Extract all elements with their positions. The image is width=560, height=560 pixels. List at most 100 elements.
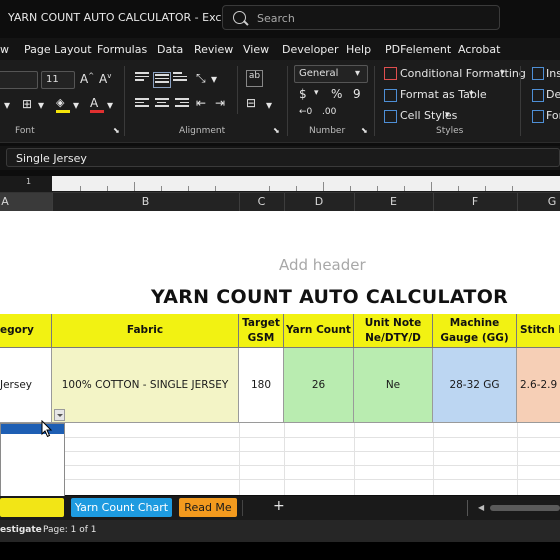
add-header-placeholder[interactable]: Add header	[279, 256, 366, 274]
comma-style-icon[interactable]: 9	[353, 87, 361, 101]
column-header-c[interactable]: C	[239, 195, 284, 208]
header-cell-machine-gauge[interactable]: Machine Gauge (GG)	[433, 314, 517, 348]
header-cell-target-gsm[interactable]: Target GSM	[239, 314, 284, 348]
data-cell-unit-note[interactable]: Ne	[354, 348, 433, 423]
dropdown-selected-option[interactable]	[1, 424, 64, 434]
dialog-launcher-icon[interactable]: ⬊	[113, 126, 120, 135]
align-bottom-icon[interactable]	[173, 72, 187, 84]
data-cell-category[interactable]: Jersey	[0, 348, 52, 423]
conditional-formatting-icon	[384, 67, 397, 80]
menu-item-view[interactable]: View	[243, 43, 269, 56]
column-header-a[interactable]: A	[0, 195, 10, 208]
scroll-left-icon[interactable]: ◀	[478, 503, 484, 512]
dropdown-arrow-button[interactable]	[54, 409, 65, 421]
delete-button[interactable]: Del	[546, 88, 560, 101]
add-sheet-icon[interactable]: +	[273, 498, 285, 514]
orientation-icon[interactable]: ⤡	[196, 71, 206, 86]
number-format-field[interactable]: General ▾	[294, 65, 368, 83]
dialog-launcher-icon[interactable]: ⬊	[273, 126, 280, 135]
ruler-tick	[296, 186, 297, 191]
worksheet[interactable]: Add header YARN COUNT AUTO CALCULATOR eg…	[0, 211, 560, 498]
align-middle-icon[interactable]	[153, 72, 171, 88]
insert-button[interactable]: Ins	[546, 67, 560, 80]
font-size-field[interactable]: 11	[41, 71, 75, 89]
data-cell-fabric[interactable]: 100% COTTON - SINGLE JERSEY	[52, 348, 239, 423]
cell-styles-icon	[384, 110, 397, 123]
percent-icon[interactable]: %	[331, 87, 342, 101]
menu-item-developer[interactable]: Developer	[282, 43, 339, 56]
header-cell-unit-note[interactable]: Unit Note Ne/DTY/D	[354, 314, 433, 348]
conditional-formatting-button[interactable]: Conditional Formatting	[400, 67, 526, 80]
grid-line	[239, 423, 240, 495]
data-cell-machine-gauge[interactable]: 28-32 GG	[433, 348, 517, 423]
dialog-launcher-icon[interactable]: ⬊	[361, 126, 368, 135]
header-cell-fabric[interactable]: Fabric	[52, 314, 239, 348]
column-header-d[interactable]: D	[284, 195, 354, 208]
chevron-down-icon[interactable]: ▾	[266, 98, 272, 112]
format-as-table-icon	[384, 89, 397, 102]
merge-center-icon[interactable]: ⊟	[246, 96, 256, 110]
ruler-tick	[404, 186, 405, 191]
search-box[interactable]: Search	[222, 5, 500, 30]
header-label: Stitch Le	[520, 324, 560, 337]
decrease-decimal-icon[interactable]: .00	[322, 107, 336, 117]
menu-item-page-layout[interactable]: Page Layout	[24, 43, 92, 56]
tab-label: Read Me	[184, 501, 232, 514]
sheet-tab-read-me[interactable]: Read Me	[179, 498, 237, 517]
chevron-down-icon[interactable]: ▾	[73, 98, 79, 112]
menu-item-view-partial[interactable]: w	[0, 43, 9, 56]
fill-color-icon[interactable]: ◈	[56, 96, 70, 114]
formula-input[interactable]: Single Jersey	[6, 148, 560, 167]
chevron-down-icon[interactable]: ▾	[38, 98, 44, 112]
ruler-tick	[134, 182, 135, 191]
group-label-styles: Styles	[436, 126, 464, 136]
increase-decimal-icon[interactable]: ←0	[299, 107, 312, 117]
ribbon-separator	[237, 66, 238, 114]
chevron-down-icon[interactable]: ▾	[500, 68, 505, 78]
chevron-down-icon[interactable]: ▾	[314, 88, 319, 98]
menu-bar: w Page Layout Formulas Data Review View …	[0, 38, 560, 60]
format-button[interactable]: For	[546, 109, 560, 122]
menu-item-pdfelement[interactable]: PDFelement	[385, 43, 451, 56]
chevron-down-icon[interactable]: ▾	[445, 110, 450, 120]
align-center-icon[interactable]	[155, 98, 169, 110]
header-cell-category[interactable]: egory	[0, 314, 52, 348]
menu-item-formulas[interactable]: Formulas	[97, 43, 147, 56]
decrease-indent-icon[interactable]: ⇤	[196, 96, 206, 110]
wrap-text-icon[interactable]: ab	[246, 70, 263, 87]
menu-item-data[interactable]: Data	[157, 43, 183, 56]
increase-indent-icon[interactable]: ⇥	[215, 96, 225, 110]
menu-item-review[interactable]: Review	[194, 43, 233, 56]
title-bar: YARN COUNT AUTO CALCULATOR - Excel Searc…	[0, 0, 560, 36]
menu-item-help[interactable]: Help	[346, 43, 371, 56]
ruler-tick	[512, 186, 513, 191]
currency-icon[interactable]: $	[299, 87, 307, 101]
increase-font-icon[interactable]: A^	[80, 72, 94, 86]
status-investigate[interactable]: estigate	[0, 525, 42, 535]
chevron-down-icon[interactable]: ▾	[469, 89, 474, 99]
align-right-icon[interactable]	[175, 98, 189, 110]
header-cell-stitch-length[interactable]: Stitch Le	[517, 314, 560, 348]
column-header-g[interactable]: G	[517, 195, 560, 208]
sheet-tab-active[interactable]	[0, 498, 64, 517]
column-header-f[interactable]: F	[433, 195, 517, 208]
font-name-field[interactable]	[0, 71, 38, 89]
dropdown-list[interactable]	[0, 423, 65, 498]
data-cell-yarn-count[interactable]: 26	[284, 348, 354, 423]
menu-item-acrobat[interactable]: Acrobat	[458, 43, 500, 56]
column-header-e[interactable]: E	[354, 195, 433, 208]
decrease-font-icon[interactable]: Av	[99, 72, 111, 86]
horizontal-scrollbar[interactable]	[490, 505, 560, 511]
data-cell-stitch-length[interactable]: 2.6-2.9	[517, 348, 560, 423]
chevron-down-icon[interactable]: ▾	[107, 98, 113, 112]
header-cell-yarn-count[interactable]: Yarn Count	[284, 314, 354, 348]
data-cell-target-gsm[interactable]: 180	[239, 348, 284, 423]
font-color-icon[interactable]: A	[90, 96, 104, 114]
sheet-tab-yarn-count-chart[interactable]: Yarn Count Chart	[71, 498, 172, 517]
align-top-icon[interactable]	[135, 72, 149, 84]
borders-icon[interactable]: ⊞	[22, 97, 32, 111]
chevron-down-icon[interactable]: ▾	[4, 98, 10, 112]
align-left-icon[interactable]	[135, 98, 149, 110]
chevron-down-icon[interactable]: ▾	[211, 72, 217, 86]
column-header-b[interactable]: B	[52, 195, 239, 208]
